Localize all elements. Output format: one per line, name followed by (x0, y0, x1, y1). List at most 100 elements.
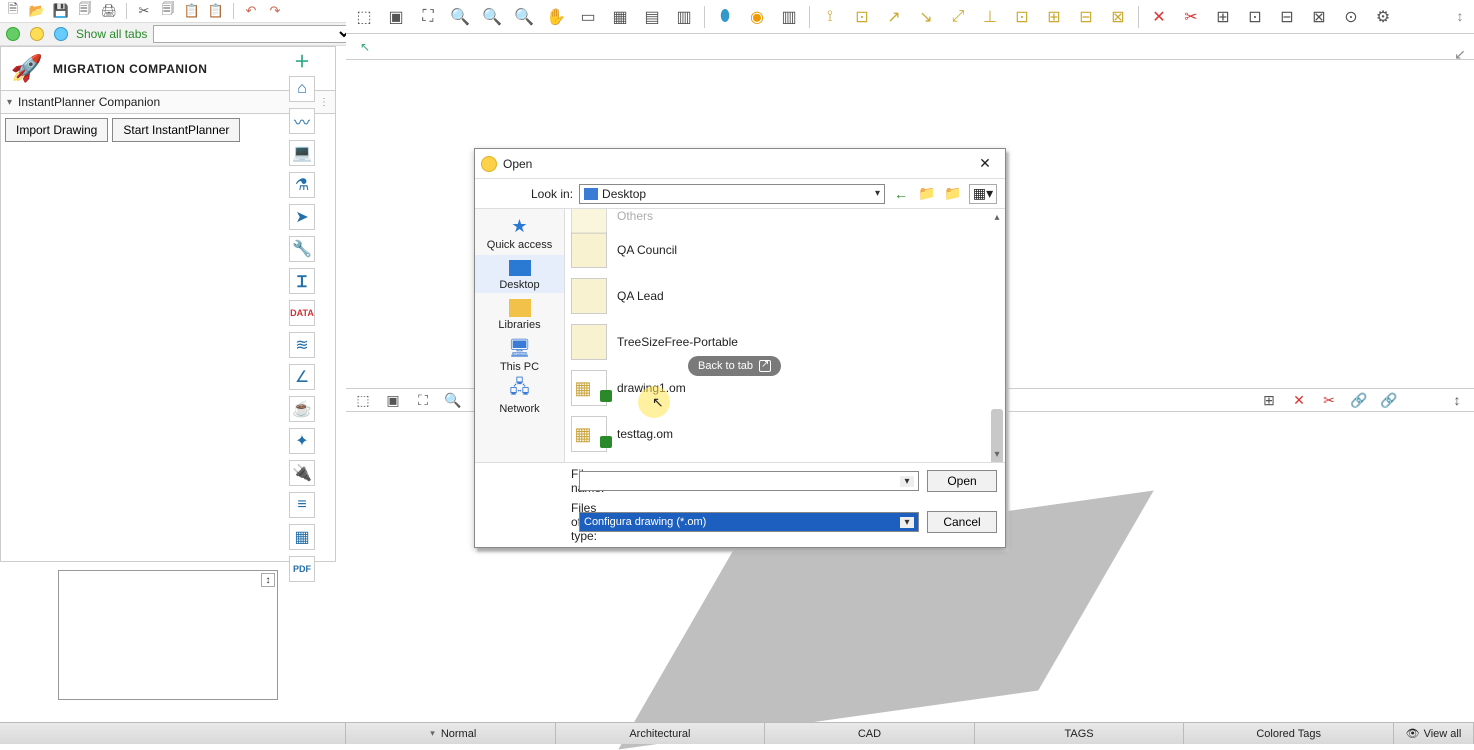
lookin-combo[interactable]: Desktop ▾ (579, 184, 885, 204)
file-row[interactable]: Others (571, 209, 1005, 227)
save-icon[interactable]: 💾 (52, 2, 70, 20)
dialog-titlebar[interactable]: Open ✕ (475, 149, 1005, 179)
puzzle-icon[interactable]: ✦ (289, 428, 315, 454)
dim-icon[interactable]: ⤢ (946, 5, 970, 29)
zoom-out-icon[interactable]: 🔍 (480, 5, 504, 29)
snap-icon[interactable]: ⊠ (1307, 5, 1331, 29)
back-icon[interactable]: ← (891, 184, 911, 204)
cut-icon[interactable]: ✂ (135, 2, 153, 20)
import-drawing-button[interactable]: Import Drawing (5, 118, 108, 142)
globe-blue-icon[interactable] (52, 25, 70, 43)
file-row[interactable]: ▦ drawing1.om (571, 365, 1005, 411)
file-list[interactable]: ▴ Others QA Council QA Lead TreeSizeFree… (565, 209, 1005, 462)
accordion-instantplanner[interactable]: ▾ InstantPlanner Companion ⋮ (1, 91, 335, 114)
crop-icon[interactable]: ▦ (608, 5, 632, 29)
arrow-tool-icon[interactable]: ↖ (354, 36, 376, 58)
file-row[interactable]: QA Lead (571, 273, 1005, 319)
select-area-icon[interactable]: ▭ (576, 5, 600, 29)
delete-icon[interactable]: ✕ (1288, 389, 1310, 411)
dim-icon[interactable]: ⊞ (1042, 5, 1066, 29)
file-row[interactable]: QA Council (571, 227, 1005, 273)
scissors-icon[interactable]: ✂ (1318, 389, 1340, 411)
hand-icon[interactable]: ✋ (544, 5, 568, 29)
zoom-in-icon[interactable]: 🔍 (442, 389, 464, 411)
open-icon[interactable]: 📂 (28, 2, 46, 20)
overview-thumbnail[interactable]: ↕ (58, 570, 278, 700)
snap-icon[interactable]: ⊟ (1275, 5, 1299, 29)
globe-green-icon[interactable] (4, 25, 22, 43)
scissors-icon[interactable]: ✂ (1179, 5, 1203, 29)
plug-icon[interactable]: 🔌 (289, 460, 315, 486)
misc-icon[interactable]: ⊞ (1258, 389, 1280, 411)
print-icon[interactable]: 🖨 (100, 2, 118, 20)
file-row[interactable]: ▦ testtag.om (571, 411, 1005, 457)
close-icon[interactable]: ✕ (971, 152, 999, 176)
dim-icon[interactable]: ⟟ (818, 5, 842, 29)
accordion-handle-icon[interactable]: ⋮ (319, 97, 329, 108)
dim-icon[interactable]: ⊠ (1106, 5, 1130, 29)
dim-icon[interactable]: ↗ (882, 5, 906, 29)
place-quick-access[interactable]: ★ Quick access (475, 213, 564, 253)
link-icon[interactable]: 🔗 (1378, 389, 1400, 411)
wrench-icon[interactable]: 🔧 (289, 236, 315, 262)
new-icon[interactable]: 🗎 (4, 2, 22, 20)
place-desktop[interactable]: Desktop (475, 255, 564, 293)
filetype-combo[interactable]: Configura drawing (*.om) ▾ (579, 512, 919, 532)
data-icon[interactable]: DATA (289, 300, 315, 326)
place-this-pc[interactable]: 🖥 This PC (475, 335, 564, 375)
zoom-fit-icon[interactable]: ⛶ (416, 5, 440, 29)
ibeam-icon[interactable]: Ɪ (289, 268, 315, 294)
zoom-window-icon[interactable]: 🔍 (512, 5, 536, 29)
status-view-all[interactable]: 👁 View all (1394, 723, 1474, 744)
redo-icon[interactable]: ↷ (266, 2, 284, 20)
delete-icon[interactable]: ✕ (1147, 5, 1171, 29)
snap-icon[interactable]: ⊞ (1211, 5, 1235, 29)
zoom-fit-icon[interactable]: ⛶ (412, 389, 434, 411)
tool-icon[interactable]: ⬚ (352, 389, 374, 411)
show-tabs-label[interactable]: Show all tabs (76, 27, 147, 41)
file-row[interactable]: TreeSizeFree-Portable (571, 319, 1005, 365)
dim-icon[interactable]: ⊟ (1074, 5, 1098, 29)
new-folder-icon[interactable]: 📁 (943, 184, 963, 204)
rocket-small-icon[interactable]: ➤ (289, 204, 315, 230)
toolbox-icon[interactable]: ▦ (289, 524, 315, 550)
tool-icon[interactable]: ▣ (382, 389, 404, 411)
scroll-down-icon[interactable]: ▾ (991, 448, 1003, 460)
dim-icon[interactable]: ⊡ (1010, 5, 1034, 29)
globe-yellow-icon[interactable] (28, 25, 46, 43)
place-libraries[interactable]: Libraries (475, 295, 564, 333)
angle-icon[interactable]: ∠ (289, 364, 315, 390)
cup-icon[interactable]: ☕ (289, 396, 315, 422)
status-tab-tags[interactable]: TAGS (975, 723, 1185, 744)
view-menu-icon[interactable]: ▦▾ (969, 184, 997, 204)
open-button[interactable]: Open (927, 470, 997, 492)
tab-select[interactable] (153, 25, 353, 43)
add-icon[interactable]: ＋ (292, 50, 312, 70)
dim-icon[interactable]: ↘ (914, 5, 938, 29)
dim-icon[interactable]: ⊥ (978, 5, 1002, 29)
status-tab-architectural[interactable]: Architectural (556, 723, 766, 744)
laptop-icon[interactable]: 💻 (289, 140, 315, 166)
status-tab-normal[interactable]: ▾ Normal (346, 723, 556, 744)
zoom-in-icon[interactable]: 🔍 (448, 5, 472, 29)
layers-icon[interactable]: ≋ (289, 332, 315, 358)
status-tab-cad[interactable]: CAD (765, 723, 975, 744)
tool-icon[interactable]: ⬚ (352, 5, 376, 29)
place-network[interactable]: 🖧 Network (475, 377, 564, 417)
filename-combo[interactable]: ▾ (579, 471, 919, 491)
saveas-icon[interactable]: 🗐 (76, 2, 94, 20)
activity-icon[interactable]: 〰 (289, 108, 315, 134)
drop-icon[interactable]: ⬮ (713, 5, 737, 29)
start-instantplanner-button[interactable]: Start InstantPlanner (112, 118, 240, 142)
pdf-icon[interactable]: PDF (289, 556, 315, 582)
vert-handle-icon[interactable]: ↕ (1446, 389, 1468, 411)
copy-icon[interactable]: 🗐 (159, 2, 177, 20)
link-icon[interactable]: 🔗 (1348, 389, 1370, 411)
tool-icon[interactable]: ▣ (384, 5, 408, 29)
page-settings-icon[interactable]: ▥ (672, 5, 696, 29)
cancel-button[interactable]: Cancel (927, 511, 997, 533)
vert-handle-icon[interactable]: ↕ (1457, 8, 1464, 24)
flask-icon[interactable]: ⚗ (289, 172, 315, 198)
lines-icon[interactable]: ≡ (289, 492, 315, 518)
paste-special-icon[interactable]: 📋 (207, 2, 225, 20)
